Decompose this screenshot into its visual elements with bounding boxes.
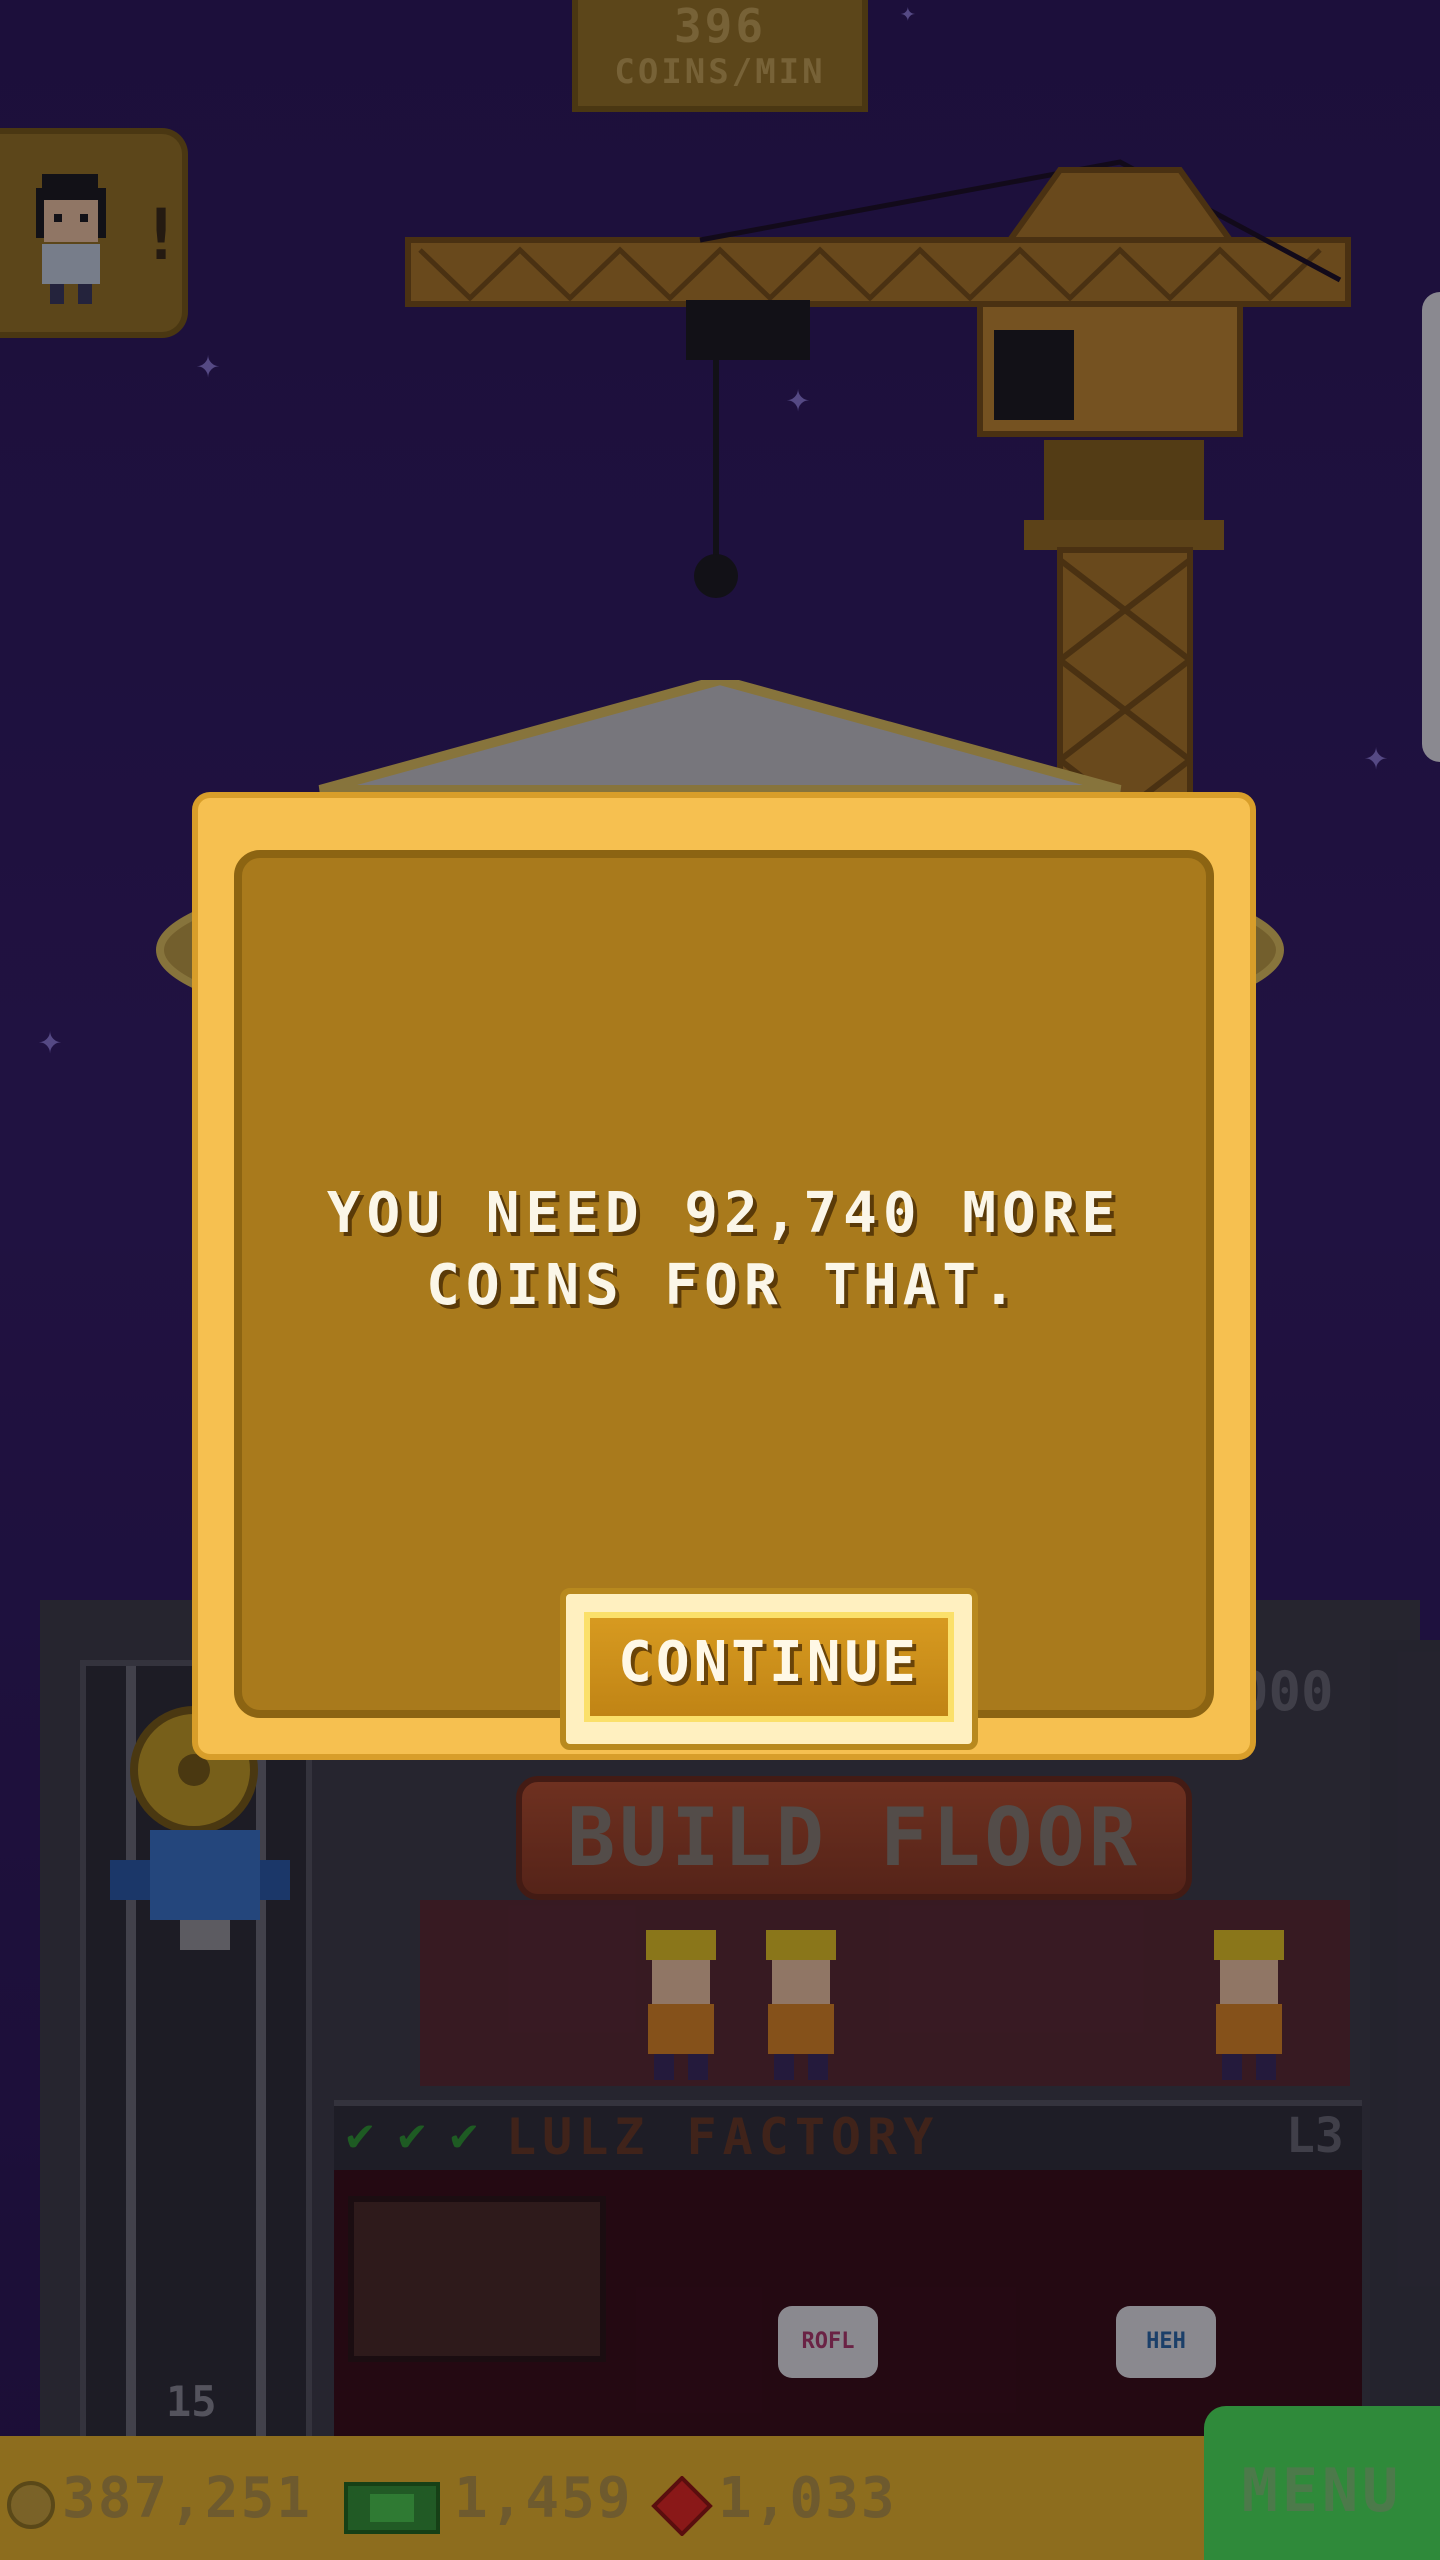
game-scene: ✦ ✦ ✦ ✦ ✦ 396 COINS/MIN ! 15 BUILD FLOOR… [0,0,1440,2560]
dialog-message-line1: YOU NEED 92,740 MORE [326,1181,1122,1246]
coin-icon [7,2481,55,2529]
dialog-message-line2: COINS FOR THAT. [426,1253,1022,1318]
dialog-panel: YOU NEED 92,740 MORE COINS FOR THAT. CON… [234,850,1214,1750]
bux-value: 1,459 [454,2466,633,2531]
coins-value: 387,251 [62,2466,313,2531]
continue-button[interactable]: CONTINUE [560,1588,978,1750]
gem-icon [651,2476,713,2536]
bux-icon [344,2482,440,2534]
continue-button-label: CONTINUE [584,1612,954,1722]
menu-button[interactable]: MENU [1204,2406,1440,2560]
gems-value: 1,033 [718,2466,897,2531]
insufficient-coins-dialog: YOU NEED 92,740 MORE COINS FOR THAT. CON… [192,792,1256,1760]
dialog-message: YOU NEED 92,740 MORE COINS FOR THAT. [242,1178,1206,1322]
